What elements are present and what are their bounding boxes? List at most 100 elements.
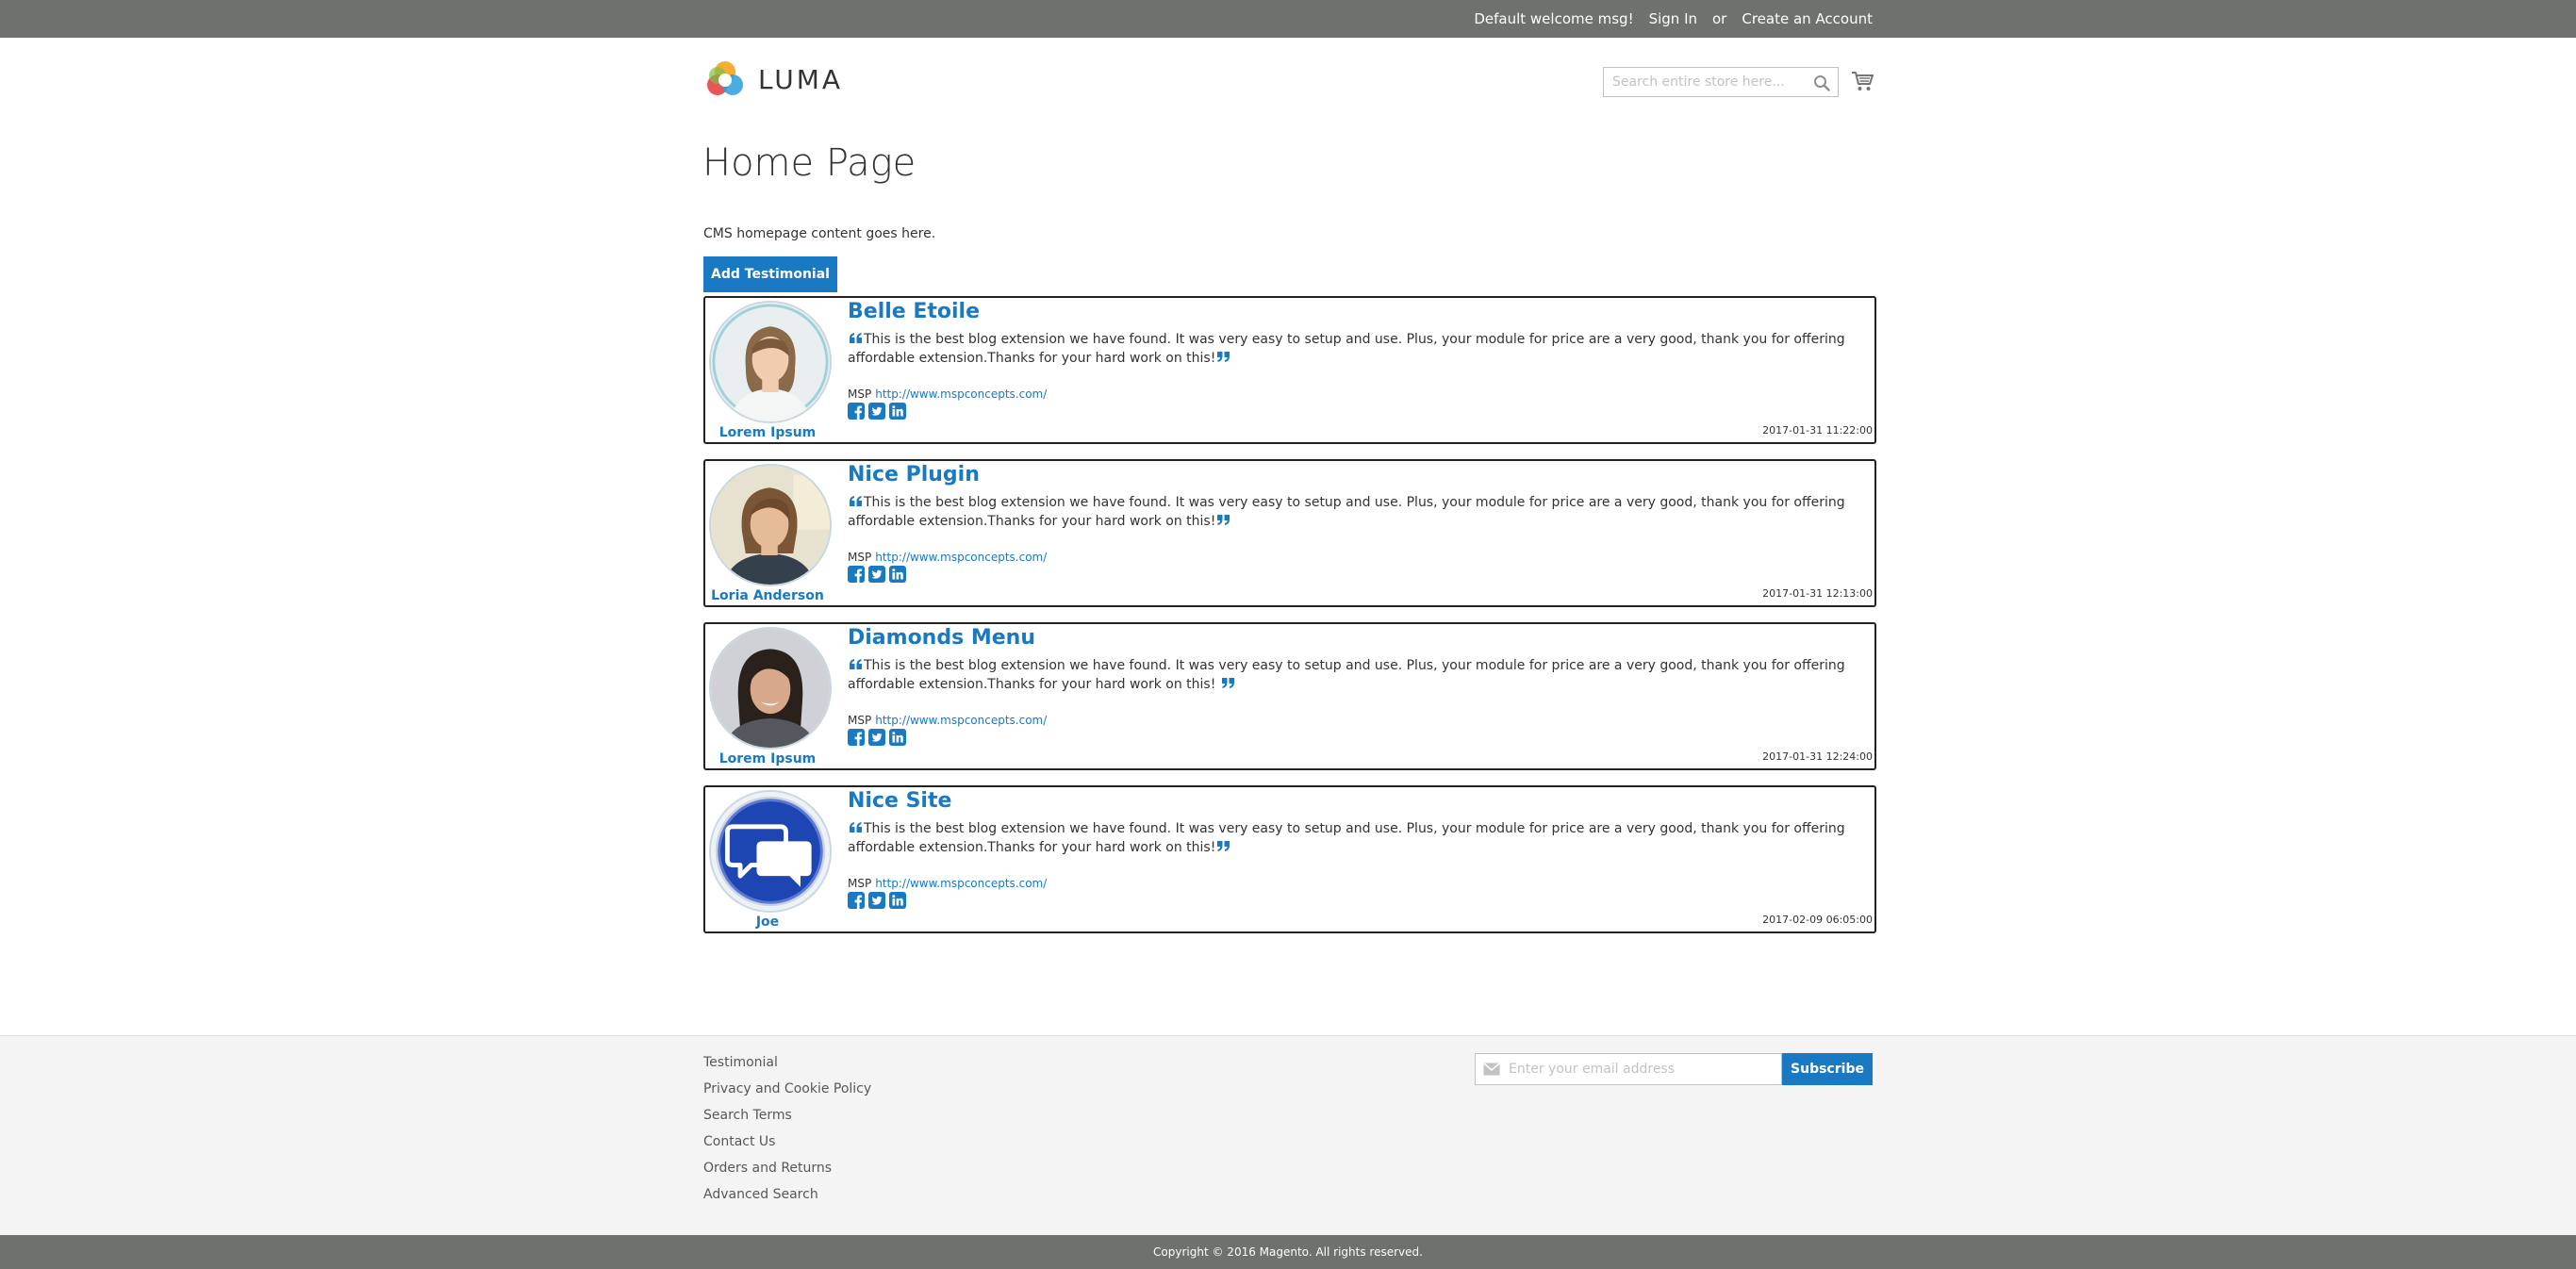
testimonial-quote: This is the best blog extension we have … [848, 819, 1847, 857]
linkedin-icon[interactable] [889, 729, 906, 746]
header-links: Default welcome msg! Sign In or Create a… [1474, 0, 1873, 38]
subscribe-button[interactable]: Subscribe [1782, 1053, 1873, 1085]
footer-link-item: Privacy and Cookie Policy [703, 1076, 871, 1102]
company-line: MSP http://www.mspconcepts.com/ [848, 387, 1047, 401]
add-testimonial-button[interactable]: Add Testimonial [703, 256, 837, 292]
testimonial-date: 2017-01-31 11:22:00 [1762, 424, 1873, 437]
twitter-icon[interactable] [868, 892, 885, 909]
testimonial-card: Lorem Ipsum Belle Etoile This is the bes… [703, 296, 1876, 444]
footer-link-testimonial[interactable]: Testimonial [703, 1055, 778, 1070]
footer: Testimonial Privacy and Cookie Policy Se… [0, 1035, 2576, 1235]
quote-open-icon [850, 496, 862, 506]
logo-text: LUMA [758, 63, 844, 95]
testimonial-text: This is the best blog extension we have … [848, 658, 1845, 692]
newsletter-email-input[interactable] [1476, 1054, 1781, 1084]
quote-open-icon [850, 659, 862, 669]
footer-link-orders-returns[interactable]: Orders and Returns [703, 1161, 832, 1176]
company-name: MSP [848, 551, 872, 564]
testimonial-quote: This is the best blog extension we have … [848, 493, 1847, 531]
author-name: Loria Anderson [711, 588, 824, 603]
social-links [848, 892, 906, 909]
testimonial-card: Loria Anderson Nice Plugin This is the b… [703, 459, 1876, 607]
search-icon[interactable] [1813, 74, 1830, 91]
testimonial-text: This is the best blog extension we have … [848, 821, 1845, 855]
avatar [709, 464, 832, 586]
search-input[interactable] [1604, 68, 1838, 96]
linkedin-icon[interactable] [889, 892, 906, 909]
twitter-icon[interactable] [868, 566, 885, 583]
facebook-icon[interactable] [848, 729, 865, 746]
footer-links: Testimonial Privacy and Cookie Policy Se… [703, 1049, 871, 1208]
company-name: MSP [848, 714, 872, 727]
linkedin-icon[interactable] [889, 403, 906, 420]
testimonial-date: 2017-01-31 12:13:00 [1762, 587, 1873, 600]
create-account-link[interactable]: Create an Account [1742, 10, 1873, 27]
quote-open-icon [850, 822, 862, 832]
facebook-icon[interactable] [848, 403, 865, 420]
facebook-icon[interactable] [848, 566, 865, 583]
quote-close-icon [1217, 352, 1230, 362]
footer-link-item: Contact Us [703, 1129, 871, 1155]
testimonial-text: This is the best blog extension we have … [848, 495, 1845, 529]
twitter-icon[interactable] [868, 403, 885, 420]
testimonial-date: 2017-02-09 06:05:00 [1762, 914, 1873, 926]
testimonial-text: This is the best blog extension we have … [848, 332, 1845, 366]
twitter-icon[interactable] [868, 729, 885, 746]
or-separator: or [1712, 10, 1727, 27]
testimonial-list: Lorem Ipsum Belle Etoile This is the bes… [703, 296, 1876, 948]
mail-icon [1483, 1063, 1500, 1076]
welcome-message: Default welcome msg! [1474, 10, 1634, 27]
company-name: MSP [848, 387, 872, 401]
cms-content: CMS homepage content goes here. [703, 226, 936, 241]
testimonial-title: Diamonds Menu [848, 626, 1035, 650]
footer-link-item: Testimonial [703, 1049, 871, 1076]
social-links [848, 403, 906, 420]
testimonial-title: Nice Site [848, 789, 952, 813]
footer-link-privacy[interactable]: Privacy and Cookie Policy [703, 1081, 871, 1096]
testimonial-title: Belle Etoile [848, 300, 981, 323]
company-link[interactable]: http://www.mspconcepts.com/ [875, 714, 1047, 727]
testimonial-card: Lorem Ipsum Diamonds Menu This is the be… [703, 622, 1876, 770]
author-name: Lorem Ipsum [718, 425, 817, 440]
page-title: Home Page [702, 141, 916, 185]
testimonial-card: Joe Nice Site This is the best blog exte… [703, 785, 1876, 933]
testimonial-quote: This is the best blog extension we have … [848, 656, 1847, 694]
quote-open-icon [850, 333, 862, 343]
footer-link-item: Orders and Returns [703, 1155, 871, 1181]
company-line: MSP http://www.mspconcepts.com/ [848, 714, 1047, 727]
author-name: Joe [755, 915, 780, 930]
sign-in-link[interactable]: Sign In [1649, 10, 1697, 27]
testimonial-title: Nice Plugin [848, 463, 980, 486]
company-link[interactable]: http://www.mspconcepts.com/ [875, 551, 1047, 564]
cart-icon[interactable] [1851, 70, 1874, 92]
search-box [1603, 67, 1839, 97]
avatar [709, 790, 832, 913]
footer-link-contact[interactable]: Contact Us [703, 1134, 775, 1149]
quote-close-icon [1217, 841, 1230, 851]
avatar [709, 301, 832, 423]
copyright-bar: Copyright © 2016 Magento. All rights res… [0, 1235, 2576, 1269]
company-link[interactable]: http://www.mspconcepts.com/ [875, 387, 1047, 401]
footer-link-item: Search Terms [703, 1102, 871, 1129]
social-links [848, 729, 906, 746]
company-name: MSP [848, 877, 872, 890]
company-link[interactable]: http://www.mspconcepts.com/ [875, 877, 1047, 890]
avatar [709, 627, 832, 750]
company-line: MSP http://www.mspconcepts.com/ [848, 877, 1047, 890]
logo[interactable]: LUMA [703, 57, 843, 102]
newsletter-form: Subscribe [1475, 1053, 1873, 1085]
author-name: Lorem Ipsum [718, 751, 817, 766]
social-links [848, 566, 906, 583]
top-bar: Default welcome msg! Sign In or Create a… [0, 0, 2576, 38]
luma-logo-icon [707, 61, 743, 95]
copyright-text: Copyright © 2016 Magento. All rights res… [1153, 1245, 1423, 1259]
quote-close-icon [1221, 678, 1234, 688]
newsletter-field [1475, 1053, 1782, 1085]
facebook-icon[interactable] [848, 892, 865, 909]
testimonial-date: 2017-01-31 12:24:00 [1762, 750, 1873, 763]
linkedin-icon[interactable] [889, 566, 906, 583]
footer-link-advanced-search[interactable]: Advanced Search [703, 1187, 818, 1202]
footer-link-search-terms[interactable]: Search Terms [703, 1108, 792, 1123]
footer-link-item: Advanced Search [703, 1181, 871, 1208]
testimonial-quote: This is the best blog extension we have … [848, 330, 1847, 368]
